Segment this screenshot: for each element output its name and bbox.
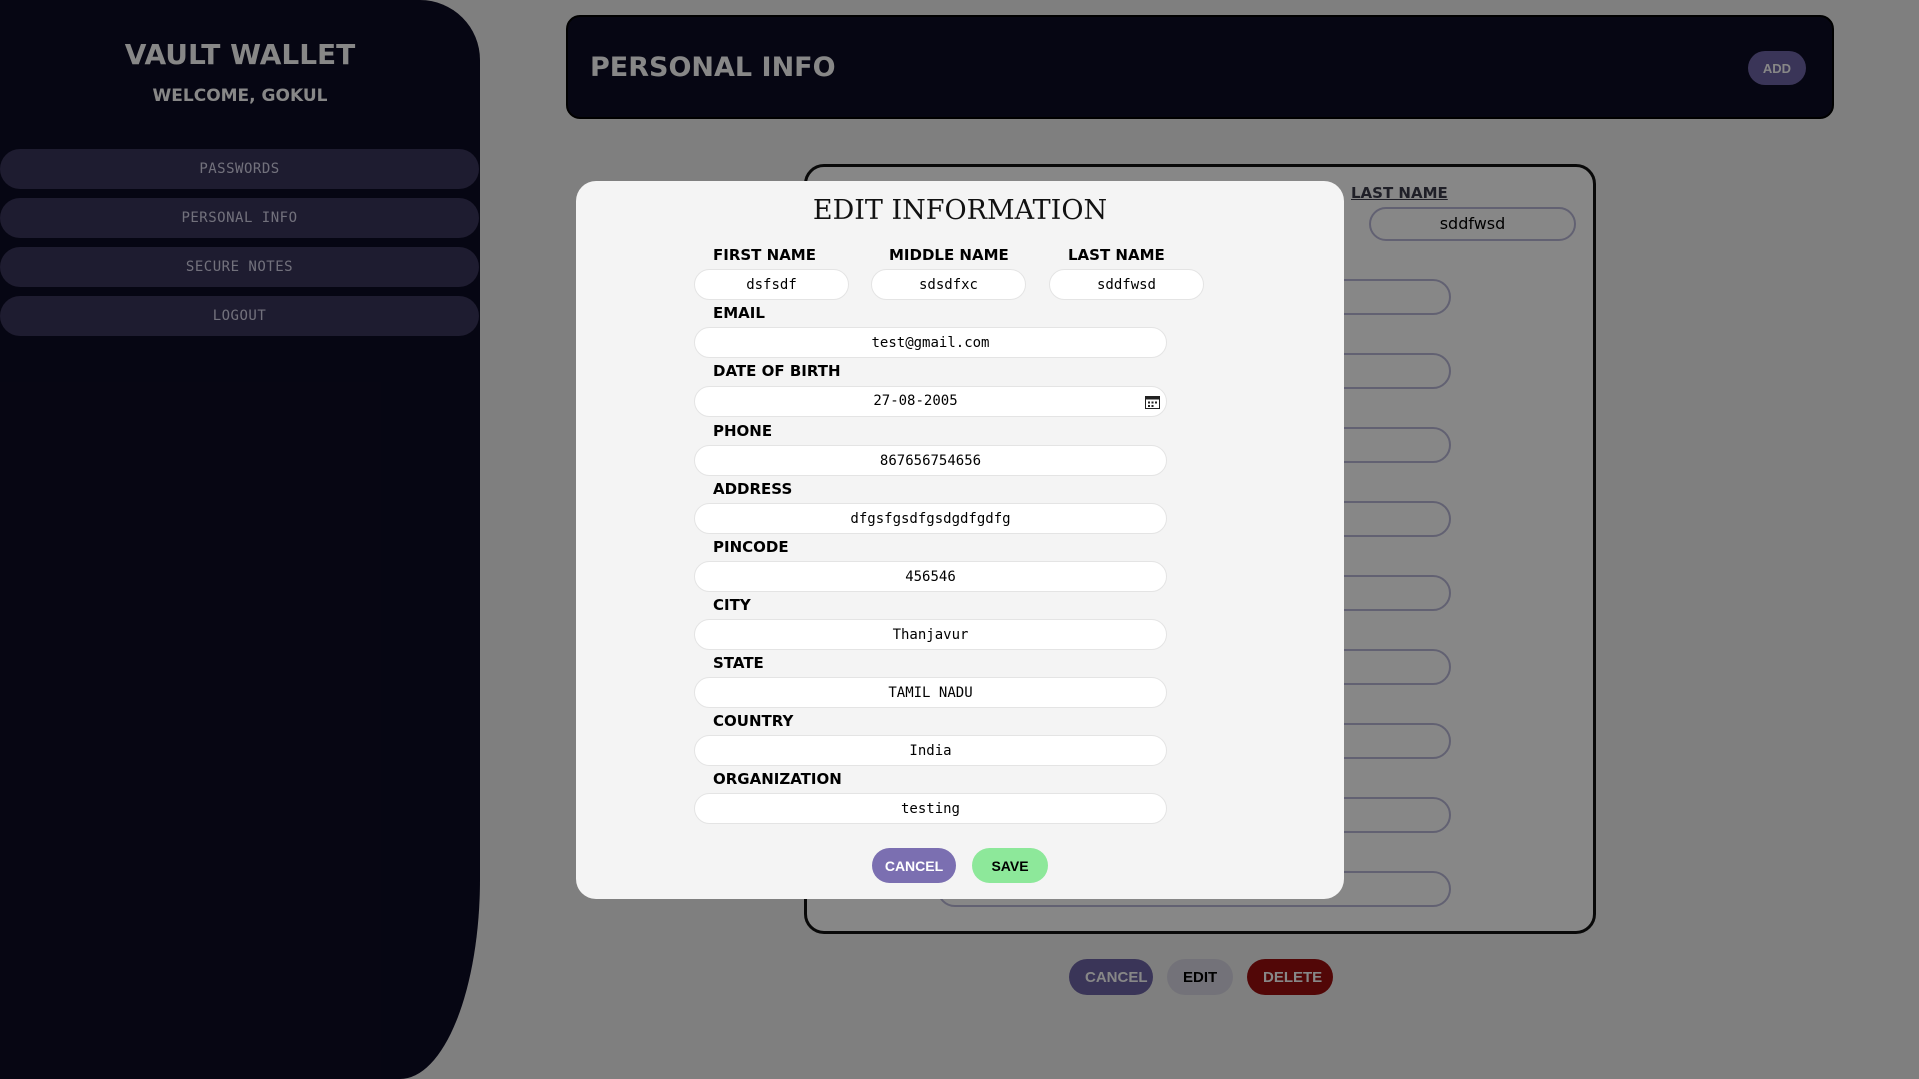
pincode-field[interactable] xyxy=(694,561,1167,592)
modal-title: EDIT INFORMATION xyxy=(812,195,1108,226)
organization-label: ORGANIZATION xyxy=(713,770,842,788)
country-field[interactable] xyxy=(694,735,1167,766)
state-field[interactable] xyxy=(694,677,1167,708)
dob-field[interactable]: 27-08-2005 xyxy=(694,386,1167,417)
address-label: ADDRESS xyxy=(713,480,793,498)
pincode-label: PINCODE xyxy=(713,538,789,556)
dob-value: 27-08-2005 xyxy=(873,393,958,409)
first-name-label: FIRST NAME xyxy=(713,246,816,264)
middle-name-label: MIDDLE NAME xyxy=(889,246,1009,264)
phone-label: PHONE xyxy=(713,422,773,440)
modal-cancel-button[interactable]: CANCEL xyxy=(872,848,956,883)
email-field[interactable] xyxy=(694,327,1167,358)
last-name-label: LAST NAME xyxy=(1068,246,1165,264)
middle-name-input[interactable] xyxy=(871,269,1026,300)
country-label: COUNTRY xyxy=(713,712,794,730)
organization-field[interactable] xyxy=(694,793,1167,824)
city-field[interactable] xyxy=(694,619,1167,650)
modal-save-button[interactable]: SAVE xyxy=(972,848,1048,883)
state-label: STATE xyxy=(713,654,764,672)
edit-information-modal: EDIT INFORMATION FIRST NAME MIDDLE NAME … xyxy=(576,181,1344,899)
first-name-input[interactable] xyxy=(694,269,849,300)
address-field[interactable] xyxy=(694,503,1167,534)
calendar-icon[interactable] xyxy=(1145,395,1160,409)
phone-field[interactable] xyxy=(694,445,1167,476)
city-label: CITY xyxy=(713,596,751,614)
email-label: EMAIL xyxy=(713,304,765,322)
dob-label: DATE OF BIRTH xyxy=(713,362,841,380)
last-name-input[interactable] xyxy=(1049,269,1204,300)
